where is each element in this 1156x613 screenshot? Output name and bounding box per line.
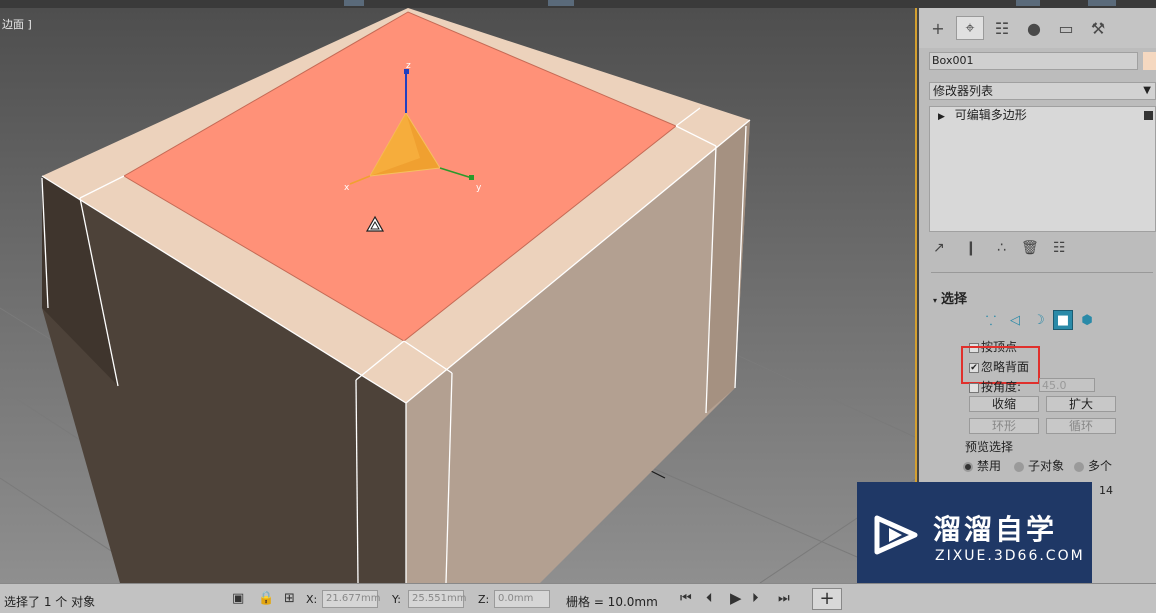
border-mode-icon[interactable]: ☽ <box>1029 310 1049 330</box>
modifier-list-dropdown[interactable]: 修改器列表 ▼ <box>929 82 1156 100</box>
preview-multiple-radio[interactable] <box>1074 461 1084 472</box>
perspective-viewport[interactable]: z x y 边面 ] <box>0 8 917 583</box>
preview-off-radio[interactable] <box>963 461 973 472</box>
configure-sets-icon[interactable]: ☷ <box>1053 240 1066 256</box>
shrink-button[interactable]: 收缩 <box>969 396 1039 412</box>
preview-multiple-option[interactable]: 多个 <box>1074 457 1112 474</box>
scene-render: z x y <box>0 8 915 583</box>
modifier-list-label: 修改器列表 <box>933 84 994 98</box>
display-tab-icon[interactable]: ▭ <box>1052 16 1080 40</box>
absolute-mode-icon[interactable]: ⊞ <box>284 591 295 606</box>
gizmo-x-label: x <box>344 183 350 193</box>
element-mode-icon[interactable]: ⬢ <box>1077 310 1097 330</box>
selection-title-label: 选择 <box>941 292 968 307</box>
preview-subobject-radio[interactable] <box>1014 461 1024 472</box>
edge-mode-icon[interactable]: ◁ <box>1005 310 1025 330</box>
preview-off-option[interactable]: 禁用 <box>963 457 1001 474</box>
loop-button[interactable]: 循环 <box>1046 418 1116 434</box>
stack-item-editable-poly[interactable]: ▶ 可编辑多边形 <box>930 107 1156 123</box>
preview-selection-label: 预览选择 <box>965 440 1014 454</box>
subobject-level-buttons: ⸪ ◁ ☽ ■ ⬢ <box>981 310 1101 330</box>
selection-status-text: 选择了 1 个 对象 <box>4 595 96 609</box>
preview-subobject-label: 子对象 <box>1028 459 1065 473</box>
chevron-down-icon: ▼ <box>1143 85 1151 96</box>
polygon-mode-icon[interactable]: ■ <box>1053 310 1073 330</box>
toolbar-button[interactable] <box>344 0 364 6</box>
main-toolbar <box>0 0 1156 8</box>
go-to-end-icon[interactable]: ⏭ <box>778 591 790 606</box>
preview-off-label: 禁用 <box>977 459 1002 473</box>
modifier-stack[interactable]: ▶ 可编辑多边形 <box>929 106 1156 232</box>
toolbar-button[interactable] <box>1088 0 1116 6</box>
vertex-mode-icon[interactable]: ⸪ <box>981 310 1001 330</box>
remove-modifier-icon[interactable]: 🗑 <box>1021 240 1039 256</box>
angle-spinner[interactable]: 45.0 <box>1039 378 1095 392</box>
stack-item-label: 可编辑多边形 <box>954 108 1027 122</box>
show-end-result-icon[interactable]: ❙ <box>965 240 977 256</box>
stack-item-toggle-icon[interactable] <box>1144 111 1153 120</box>
by-angle-label: 按角度: <box>981 380 1022 394</box>
z-label: Z: <box>478 593 490 606</box>
command-panel-tabs: + ⌖ ☷ ● ▭ ⚒ <box>919 8 1156 48</box>
stack-toolbar: ↗ ❙ ∴ 🗑 ☷ <box>929 240 1149 260</box>
lock-icon[interactable]: 🔒 <box>258 591 274 606</box>
grow-button[interactable]: 扩大 <box>1046 396 1116 412</box>
preview-subobject-option[interactable]: 子对象 <box>1014 457 1064 474</box>
gizmo-z-label: z <box>406 61 411 71</box>
pin-stack-icon[interactable]: ↗ <box>933 240 945 256</box>
x-coordinate-field[interactable]: 21.677mm <box>322 590 380 608</box>
make-unique-icon[interactable]: ∴ <box>997 240 1006 256</box>
toolbar-button[interactable] <box>548 0 574 6</box>
utilities-tab-icon[interactable]: ⚒ <box>1084 16 1112 40</box>
y-coordinate-field[interactable]: 25.551mm <box>408 590 466 608</box>
expand-arrow-icon[interactable]: ▶ <box>938 112 945 122</box>
by-angle-checkbox[interactable] <box>969 382 979 393</box>
watermark-title: 溜溜自学 <box>933 513 1058 546</box>
toolbar-button[interactable] <box>1016 0 1040 6</box>
app-window: z x y 边面 ] + ⌖ ☷ ● ▭ ⚒ Box001 修改器列表 ▼ ▶ … <box>0 0 1156 613</box>
go-to-start-icon[interactable]: ⏮ <box>680 591 692 606</box>
grid-size-text: 栅格 = 10.0mm <box>566 595 658 609</box>
x-label: X: <box>306 593 318 606</box>
status-bar: 选择了 1 个 对象 ▣ 🔒 ⊞ X: 21.677mm Y: 25.551mm… <box>0 583 1156 613</box>
y-label: Y: <box>392 593 401 606</box>
play-icon[interactable]: ▶ <box>730 589 742 607</box>
watermark-banner: 溜溜自学 ZIXUE.3D66.COM <box>857 482 1092 594</box>
viewport-label[interactable]: 边面 ] <box>2 16 32 32</box>
collapse-arrow-icon: ▾ <box>933 296 938 305</box>
selection-count: 14 <box>1099 484 1113 497</box>
motion-tab-icon[interactable]: ● <box>1020 16 1048 40</box>
gizmo-y-label: y <box>476 183 482 193</box>
play-logo-icon <box>874 515 918 555</box>
by-angle-row[interactable]: 按角度: 45.0 <box>969 378 1095 395</box>
ring-button[interactable]: 环形 <box>969 418 1039 434</box>
next-frame-icon[interactable]: ⏵ <box>752 591 759 606</box>
object-name-field[interactable]: Box001 <box>929 52 1138 70</box>
object-color-swatch[interactable] <box>1143 52 1156 70</box>
z-coordinate-field[interactable]: 0.0mm <box>494 590 550 608</box>
modify-tab-icon[interactable]: ⌖ <box>956 16 984 40</box>
set-key-button[interactable]: + <box>812 588 842 610</box>
isolate-selection-icon[interactable]: ▣ <box>232 591 244 606</box>
hierarchy-tab-icon[interactable]: ☷ <box>988 16 1016 40</box>
preview-multiple-label: 多个 <box>1088 459 1113 473</box>
create-tab-icon[interactable]: + <box>924 16 952 40</box>
watermark-url: ZIXUE.3D66.COM <box>935 548 1085 564</box>
selection-rollout-title[interactable]: ▾ 选择 <box>933 288 967 307</box>
rollout-divider <box>931 272 1153 273</box>
previous-frame-icon[interactable]: ⏴ <box>706 591 713 606</box>
